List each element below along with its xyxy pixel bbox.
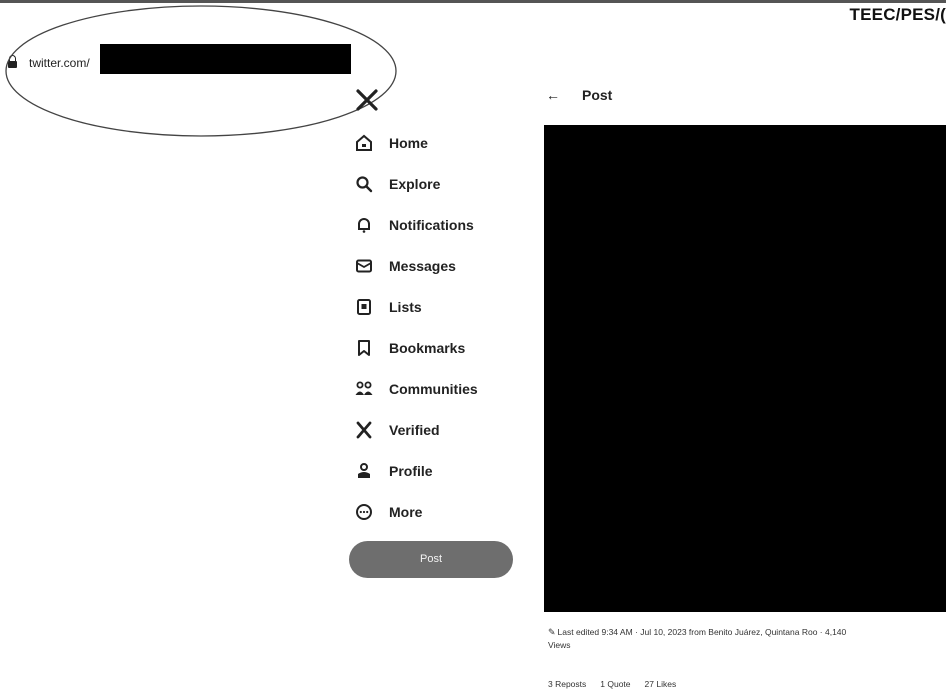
- sidebar-item-label: More: [389, 503, 423, 520]
- sidebar-item-label: Lists: [389, 298, 422, 315]
- post-button[interactable]: Post: [349, 541, 513, 578]
- sidebar-item-verified[interactable]: Verified: [354, 409, 524, 450]
- sidebar-item-explore[interactable]: Explore: [354, 163, 524, 204]
- sidebar-item-messages[interactable]: Messages: [354, 245, 524, 286]
- back-arrow-icon[interactable]: ←: [546, 87, 560, 103]
- redacted-post-content: [544, 125, 946, 612]
- post-header: ← Post: [546, 87, 612, 103]
- x-logo-icon[interactable]: [355, 88, 379, 112]
- person-icon: [354, 461, 374, 481]
- sidebar-item-label: Messages: [389, 257, 456, 274]
- redacted-url-box: [100, 44, 351, 74]
- sidebar-item-label: Home: [389, 134, 428, 151]
- sidebar-item-more[interactable]: More: [354, 491, 524, 532]
- edit-pencil-icon: ✎: [548, 627, 556, 637]
- post-stats: 3 Reposts 1 Quote 27 Likes: [548, 679, 676, 689]
- lock-icon: [8, 55, 17, 68]
- envelope-icon: [354, 256, 374, 276]
- sidebar-item-label: Bookmarks: [389, 339, 466, 356]
- quotes-count[interactable]: 1 Quote: [600, 679, 630, 689]
- sidebar-item-bookmarks[interactable]: Bookmarks: [354, 327, 524, 368]
- page-title: Post: [582, 87, 613, 103]
- sidebar-item-lists[interactable]: Lists: [354, 286, 524, 327]
- bookmark-icon: [354, 338, 374, 358]
- post-meta-text: Last edited 9:34 AM · Jul 10, 2023 from …: [557, 627, 847, 637]
- sidebar-item-label: Notifications: [389, 216, 474, 233]
- likes-count[interactable]: 27 Likes: [645, 679, 677, 689]
- post-meta: ✎ Last edited 9:34 AM · Jul 10, 2023 from…: [548, 626, 938, 652]
- sidebar-item-profile[interactable]: Profile: [354, 450, 524, 491]
- scan-top-border: [0, 0, 946, 3]
- url-text: twitter.com/: [29, 56, 90, 70]
- document-code: TEEC/PES/(: [849, 5, 946, 24]
- sidebar-item-label: Communities: [389, 380, 478, 397]
- sidebar-item-notifications[interactable]: Notifications: [354, 204, 524, 245]
- post-views-label: Views: [548, 640, 571, 650]
- address-bar[interactable]: twitter.com/: [8, 52, 90, 74]
- sidebar-item-communities[interactable]: Communities: [354, 368, 524, 409]
- sidebar-item-label: Verified: [389, 421, 440, 438]
- search-icon: [354, 174, 374, 194]
- list-icon: [354, 297, 374, 317]
- x-logo-icon: [354, 420, 374, 440]
- sidebar-item-home[interactable]: Home: [354, 122, 524, 163]
- more-icon: [354, 502, 374, 522]
- sidebar-nav: Home Explore Notifications Messages List…: [354, 122, 524, 532]
- sidebar-item-label: Explore: [389, 175, 441, 192]
- bell-icon: [354, 215, 374, 235]
- people-icon: [354, 379, 374, 399]
- home-icon: [354, 133, 374, 153]
- sidebar-item-label: Profile: [389, 462, 433, 479]
- reposts-count[interactable]: 3 Reposts: [548, 679, 586, 689]
